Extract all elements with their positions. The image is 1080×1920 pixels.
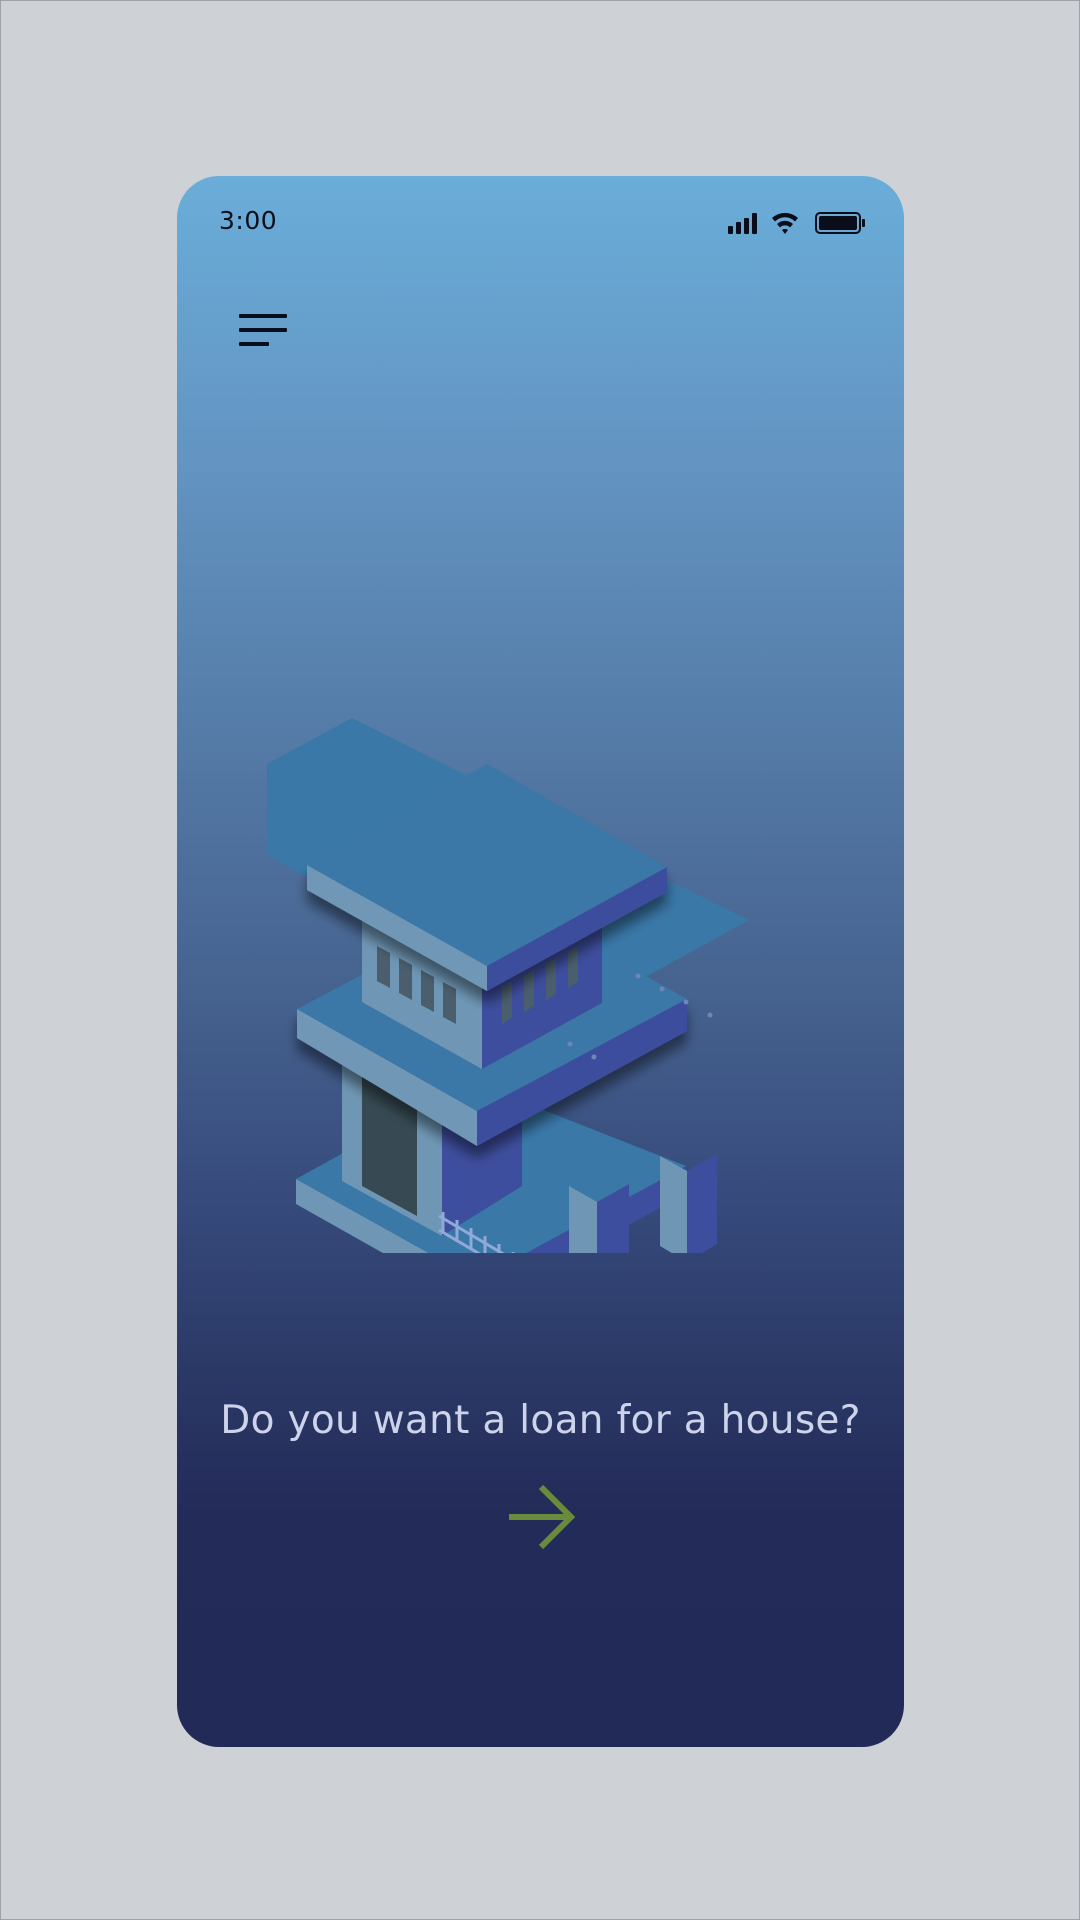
signal-icon	[728, 213, 757, 234]
phone-screen: 3:00 Do you want a loan for a house?	[177, 176, 904, 1747]
hamburger-menu-icon[interactable]	[239, 314, 291, 356]
house-parts	[296, 764, 717, 1253]
isometric-house-illustration	[267, 718, 749, 1253]
arrow-right-icon[interactable]	[505, 1481, 577, 1553]
wifi-icon	[772, 212, 798, 234]
status-time: 3:00	[219, 206, 278, 235]
status-icons	[728, 212, 865, 234]
battery-icon	[815, 212, 865, 234]
headline: Do you want a loan for a house?	[220, 1398, 861, 1443]
